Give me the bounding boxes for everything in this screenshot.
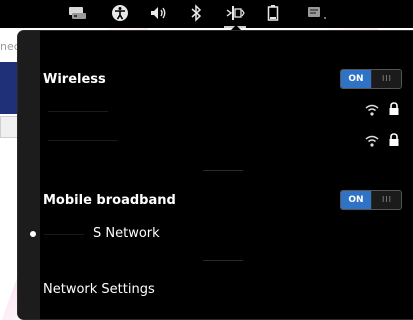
wireless-network-item[interactable] bbox=[18, 98, 413, 124]
chat-icon[interactable] bbox=[305, 4, 329, 24]
background-close-box bbox=[0, 116, 20, 138]
wifi-signal-icon bbox=[365, 104, 379, 116]
blurred-text bbox=[44, 234, 84, 235]
wireless-toggle-on-label: ON bbox=[341, 70, 371, 88]
mobile-broadband-toggle-on-label: ON bbox=[341, 191, 371, 209]
network-cards-icon[interactable] bbox=[64, 4, 90, 24]
blurred-text bbox=[48, 111, 108, 112]
divider-shadow bbox=[203, 260, 243, 261]
accessibility-icon[interactable] bbox=[110, 4, 130, 24]
network-indicator-icon[interactable] bbox=[225, 4, 245, 24]
wireless-toggle[interactable]: ON III bbox=[340, 69, 402, 89]
battery-icon[interactable] bbox=[266, 4, 280, 24]
lock-icon bbox=[389, 133, 399, 146]
bluetooth-icon[interactable] bbox=[188, 4, 204, 24]
lock-icon bbox=[389, 102, 399, 115]
mobile-broadband-toggle[interactable]: ON III bbox=[340, 190, 402, 210]
mobile-network-name: S Network bbox=[93, 226, 160, 241]
volume-icon[interactable] bbox=[148, 4, 170, 24]
active-connection-dot bbox=[30, 231, 36, 237]
mobile-broadband-toggle-knob: III bbox=[372, 191, 401, 209]
mobile-broadband-title: Mobile broadband bbox=[43, 193, 176, 208]
wireless-toggle-knob: III bbox=[372, 70, 401, 88]
menu-left-gutter bbox=[18, 31, 40, 319]
wireless-title: Wireless bbox=[43, 72, 106, 87]
mobile-network-item[interactable]: S Network bbox=[18, 224, 413, 244]
network-settings-item[interactable]: Network Settings bbox=[43, 282, 155, 297]
divider-shadow bbox=[203, 170, 243, 171]
wireless-network-item[interactable] bbox=[18, 128, 413, 154]
blurred-text bbox=[48, 140, 118, 141]
wifi-signal-icon bbox=[365, 135, 379, 147]
top-panel bbox=[0, 0, 413, 28]
network-menu: Wireless ON III Mobile broadband ON III … bbox=[18, 31, 413, 319]
